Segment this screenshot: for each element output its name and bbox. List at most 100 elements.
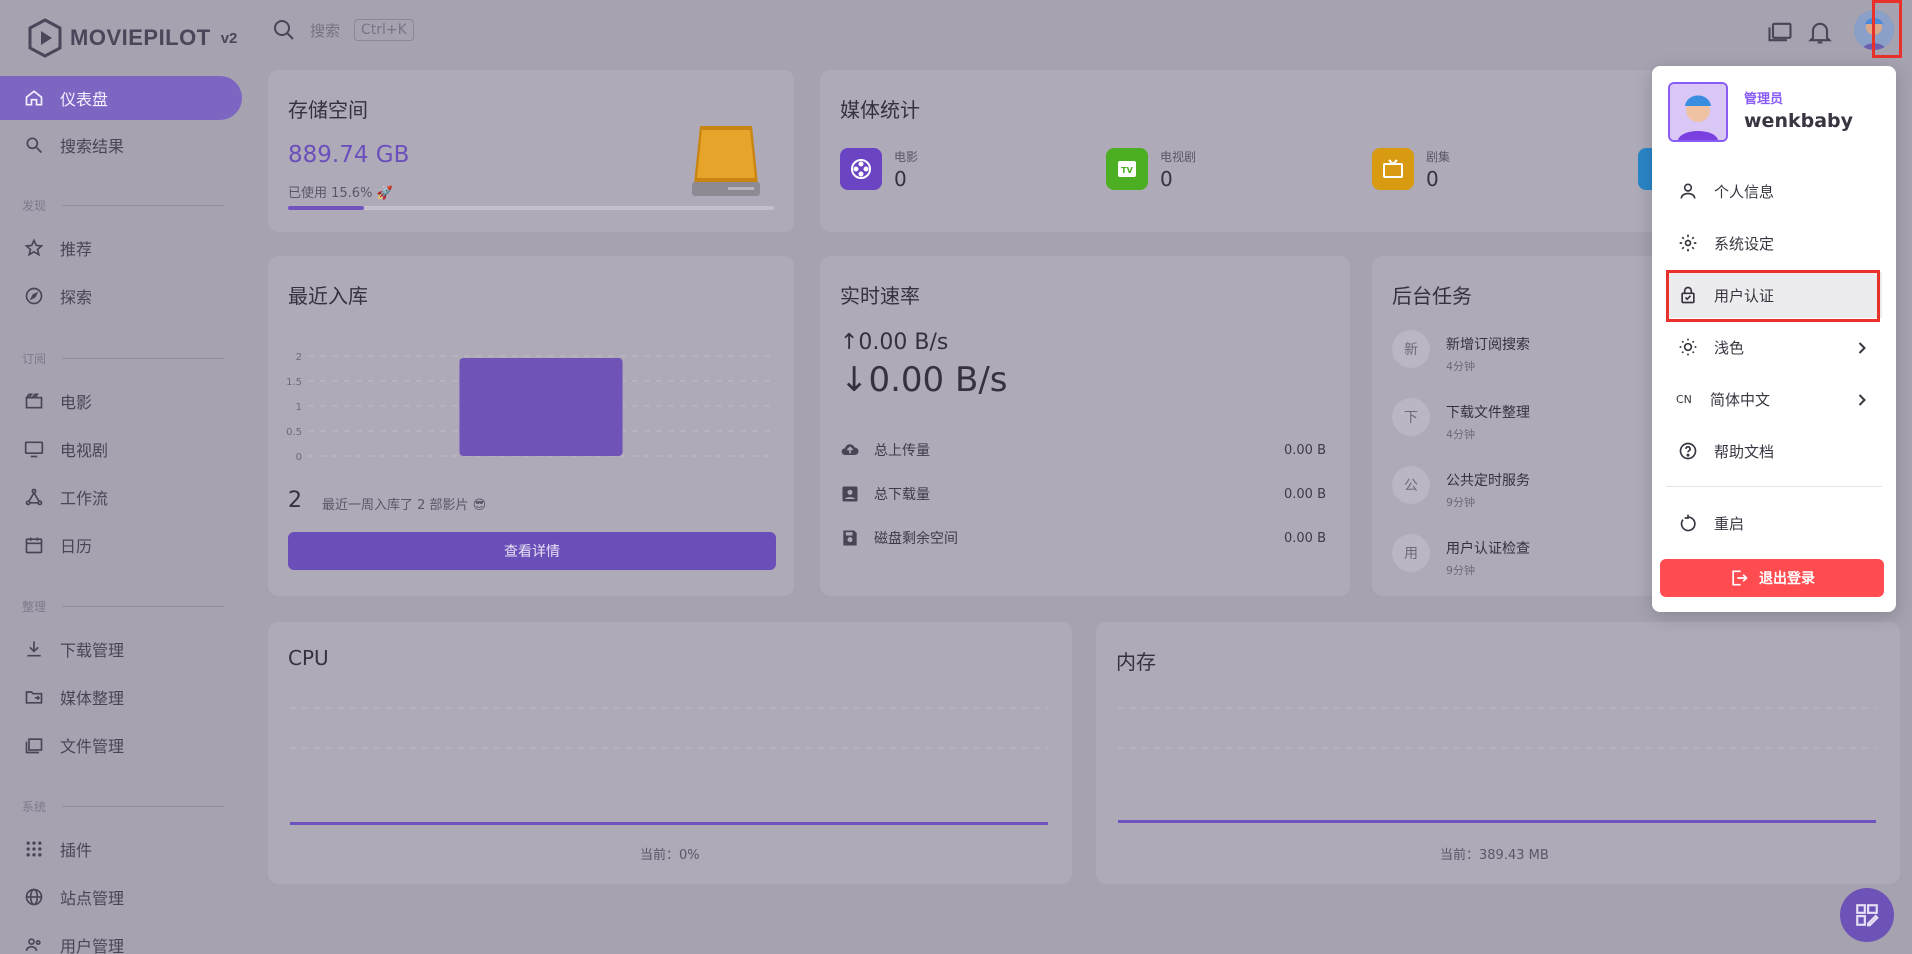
sidebar-item-users[interactable]: 用户管理 [0,923,242,954]
film-reel-icon [840,148,882,190]
menu-item-theme[interactable]: 浅色 [1666,324,1882,370]
language-icon: CN [1676,392,1692,406]
users-icon [25,938,41,951]
sidebar-item-label: 插件 [60,841,93,860]
upload-speed: ↑0.00 B/s [840,330,949,355]
menu-item-language[interactable]: CN 简体中文 [1666,376,1882,422]
workflow-icon [25,488,43,506]
theme-light-icon [1679,338,1697,356]
television-icon [1372,148,1414,190]
menu-item-label: 简体中文 [1710,390,1771,409]
nav-section-system: 系统 [22,798,224,815]
edit-icon [1856,904,1879,927]
storage-card: 存储空间 889.74 GB 已使用 15.6% 🚀 [268,70,794,232]
sidebar-item-label: 工作流 [60,489,109,508]
user-role: 管理员 [1744,92,1784,107]
recent-chart: 0 0.5 1 1.5 2 [286,352,774,463]
menu-divider [1666,486,1882,487]
nav-section-discover: 发现 [22,197,224,214]
edit-layout-fab[interactable] [1840,888,1894,942]
search-placeholder: 搜索 [310,21,341,40]
sidebar-item-movies[interactable]: 电影 [0,379,242,423]
sidebar: MOVIEPILOT v2 仪表盘 搜索结果 发现 推荐 探索 订阅 电影 电视… [0,0,260,954]
sidebar-item-label: 推荐 [60,240,93,259]
recent-card: 最近入库 0 0.5 1 1.5 2 2 最近一周入库了 2 部影片 😎 查看详情 [268,256,794,596]
sidebar-item-media-organize[interactable]: 媒体整理 [0,675,242,719]
media-stat-movies[interactable]: 电影 0 [840,148,918,191]
cpu-card: CPU 当前：0% [268,622,1072,884]
folder-move-icon [25,691,43,704]
download-speed: ↓0.00 B/s [840,360,1008,400]
home-icon [25,90,43,106]
logout-label: 退出登录 [1759,571,1815,587]
task-item: 下 下载文件整理 4分钟 [1392,398,1530,442]
cpu-line [290,822,1048,825]
tv-badge-icon: TV [1106,148,1148,190]
task-badge: 用 [1392,534,1430,572]
app-logo[interactable]: MOVIEPILOT v2 [28,18,237,58]
bell-icon[interactable] [1806,18,1834,46]
sidebar-item-calendar[interactable]: 日历 [0,523,242,567]
sidebar-item-search-results[interactable]: 搜索结果 [0,123,242,167]
media-stat-tv[interactable]: TV 电视剧 0 [1106,148,1196,191]
chevron-right-icon [1858,342,1866,354]
avatar-image [1670,84,1726,140]
task-time: 4分钟 [1446,360,1475,373]
sidebar-item-recommend[interactable]: 推荐 [0,226,242,270]
sidebar-item-label: 电视剧 [60,441,109,460]
sidebar-item-sites[interactable]: 站点管理 [0,875,242,919]
menu-item-label: 浅色 [1714,338,1745,357]
task-name: 下载文件整理 [1446,405,1530,421]
sidebar-item-label: 电影 [60,393,93,412]
sidebar-item-dashboard[interactable]: 仪表盘 [0,76,242,120]
rocket-icon: 🚀 [376,186,393,201]
logo-icon [28,18,62,58]
cpu-current: 当前：0% [640,848,700,863]
task-time: 9分钟 [1446,496,1475,509]
stat-row-disk: 磁盘剩余空间 0.00 B [840,528,1326,548]
stat-row-upload: 总上传量 0.00 B [840,440,1326,460]
task-badge: 新 [1392,330,1430,368]
star-icon [24,238,44,257]
media-stats-card: 媒体统计 电影 0 TV 电视剧 0 剧集 0 [820,70,1700,232]
globe-icon [25,888,43,906]
task-time: 4分钟 [1446,428,1475,441]
chart-bar[interactable] [459,358,623,456]
memory-line [1118,820,1876,823]
speed-card: 实时速率 ↑0.00 B/s ↓0.00 B/s 总上传量 0.00 B 总下载… [820,256,1350,596]
task-name: 新增订阅搜索 [1446,337,1530,353]
memory-card: 内存 当前：389.43 MB [1096,622,1900,884]
sidebar-item-label: 探索 [60,288,93,307]
memory-grid [1118,707,1876,749]
movie-icon [25,393,43,409]
account-icon [1680,183,1696,199]
compass-icon [25,287,43,305]
sidebar-item-explore[interactable]: 探索 [0,274,242,318]
menu-item-settings[interactable]: 系统设定 [1666,220,1882,266]
menu-item-profile[interactable]: 个人信息 [1666,168,1882,214]
search-icon [274,20,294,40]
highlight-user-auth [1666,270,1880,322]
sidebar-item-file-manager[interactable]: 文件管理 [0,723,242,767]
menu-item-help[interactable]: 帮助文档 [1666,428,1882,474]
calendar-icon [25,537,43,554]
svg-text:TV: TV [1121,166,1133,175]
storage-used-label: 已使用 15.6% [288,186,373,201]
username: wenkbaby [1744,110,1854,132]
sidebar-item-downloads[interactable]: 下载管理 [0,627,242,671]
tv-icon [24,441,44,458]
window-icon[interactable] [1766,18,1794,46]
stat-value: 0.00 B [1284,442,1326,458]
logout-button[interactable]: 退出登录 [1660,559,1884,597]
sidebar-item-plugins[interactable]: 插件 [0,827,242,871]
memory-current: 当前：389.43 MB [1440,848,1549,863]
global-search[interactable]: 搜索 Ctrl+K [272,18,414,42]
storage-title: 存储空间 [288,98,368,122]
task-item: 公 公共定时服务 9分钟 [1392,466,1530,510]
sidebar-item-workflow[interactable]: 工作流 [0,475,242,519]
menu-item-restart[interactable]: 重启 [1666,500,1882,546]
media-stat-episodes[interactable]: 剧集 0 [1372,148,1450,191]
sidebar-item-tv[interactable]: 电视剧 [0,427,242,471]
view-details-button[interactable]: 查看详情 [288,532,776,570]
search-icon [26,137,43,154]
